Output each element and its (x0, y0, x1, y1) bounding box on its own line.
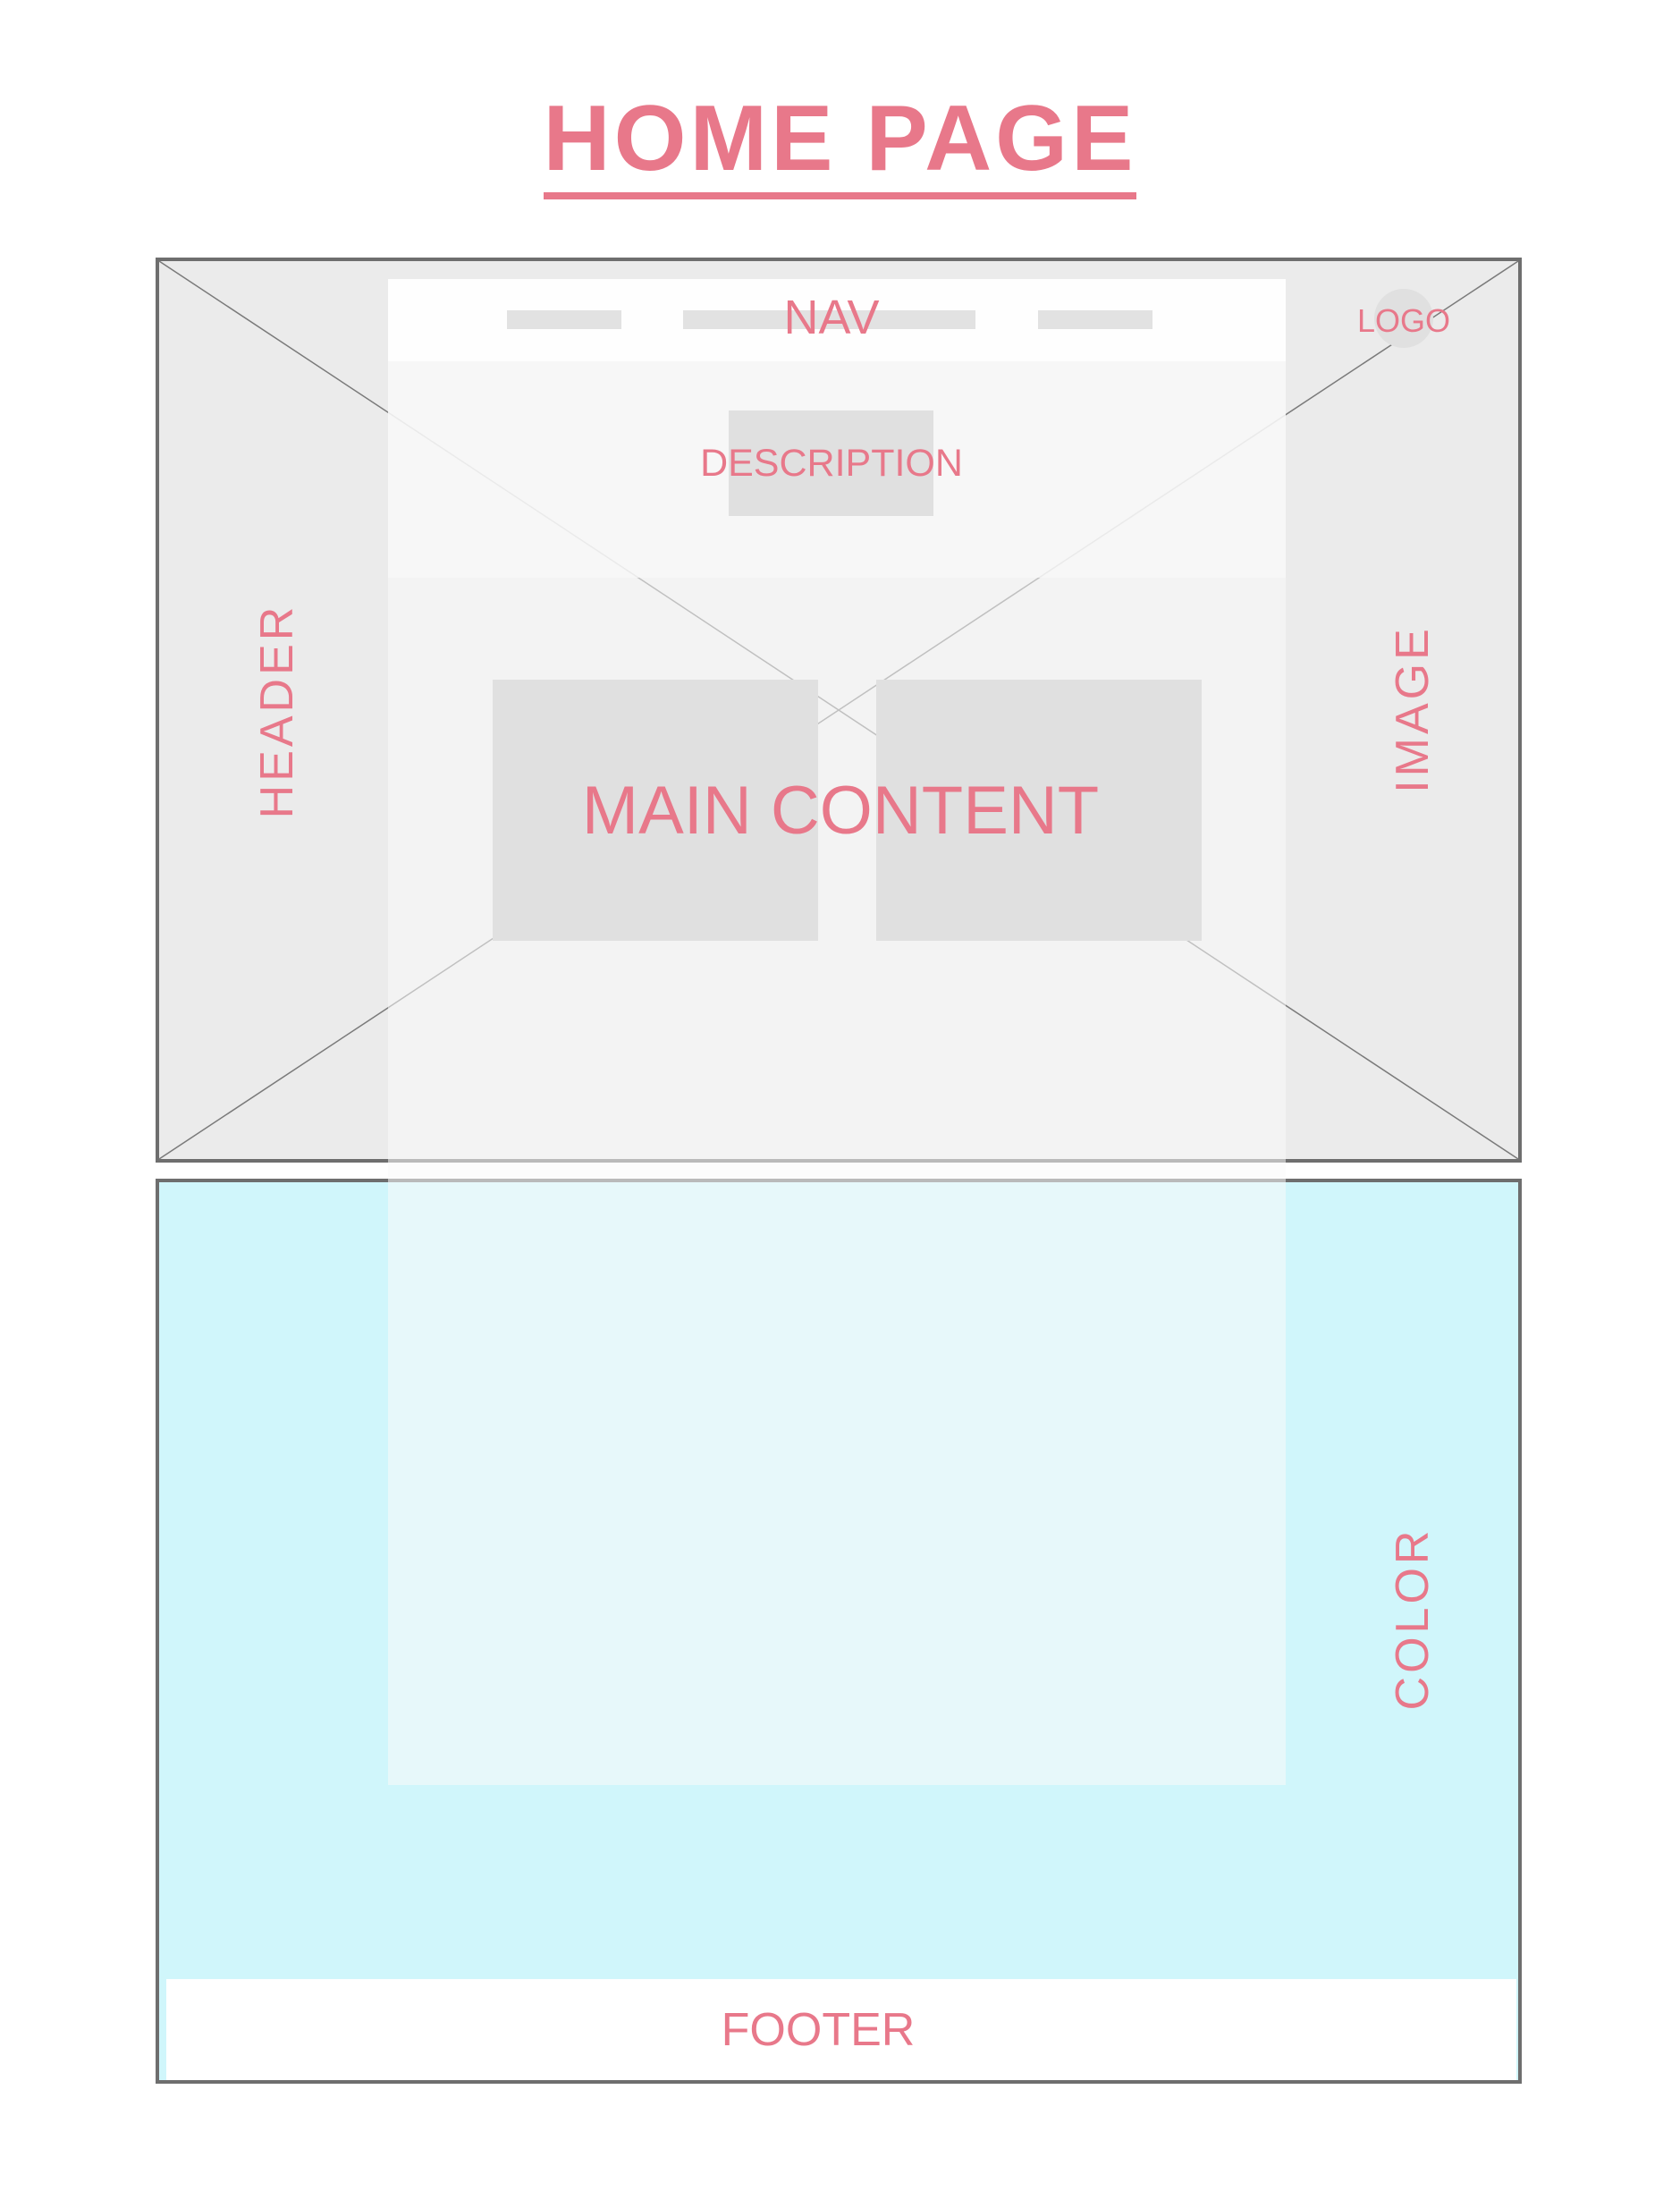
nav-link-placeholder (1038, 310, 1152, 329)
header-label: HEADER (251, 603, 303, 819)
logo-label: LOGO (1356, 302, 1451, 339)
footer-label: FOOTER (721, 2004, 916, 2056)
nav-label: NAV (783, 291, 880, 344)
description-label: DESCRIPTION (700, 442, 963, 485)
color-label: COLOR (1387, 1527, 1439, 1711)
main-content-label: MAIN CONTENT (581, 773, 1100, 849)
nav-link-placeholder (507, 310, 621, 329)
image-label: IMAGE (1387, 625, 1439, 793)
